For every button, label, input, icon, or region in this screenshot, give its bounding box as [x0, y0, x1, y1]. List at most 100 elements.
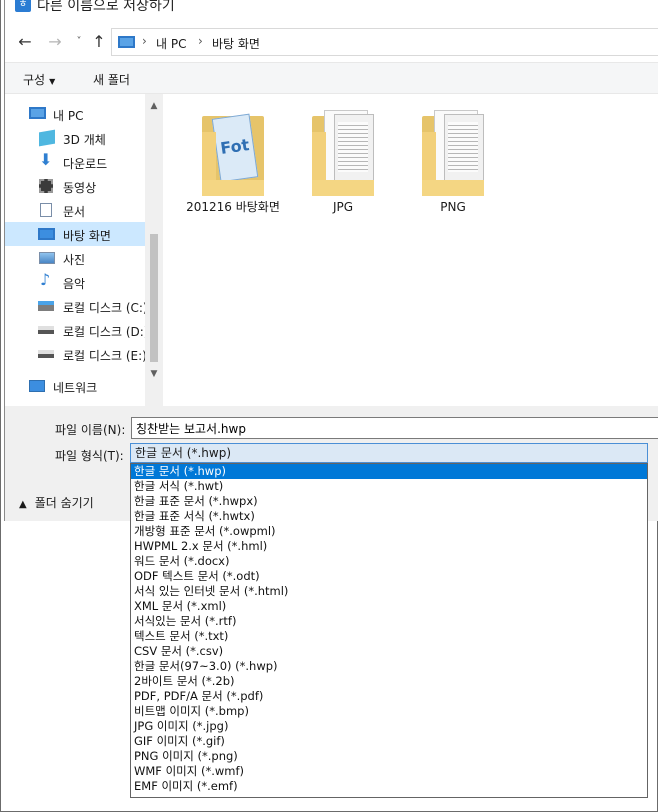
scroll-up-arrow-icon[interactable]: ▲ — [145, 98, 163, 114]
desktop-icon — [38, 228, 55, 240]
filetype-option[interactable]: WMF 이미지 (*.wmf) — [131, 764, 647, 779]
navigation-pane: 내 PC 3D 개체 ⬇ 다운로드 동영상 문서 바탕 화면 사진 ♪ 음악 로… — [5, 94, 163, 406]
sidebar-item-videos[interactable]: 동영상 — [5, 174, 145, 198]
sidebar-item-label: 사진 — [63, 253, 86, 267]
filetype-option[interactable]: GIF 이미지 (*.gif) — [131, 734, 647, 749]
cube-icon — [39, 129, 55, 147]
sidebar-scrollbar[interactable]: ▲ ▼ — [145, 94, 163, 406]
new-folder-button[interactable]: 새 폴더 — [93, 71, 130, 88]
command-toolbar: 구성 ▼ 새 폴더 — [5, 62, 658, 94]
address-field[interactable]: › 내 PC › 바탕 화면 — [111, 28, 658, 56]
network-icon — [29, 380, 45, 392]
filename-field[interactable] — [131, 417, 658, 439]
filetype-option[interactable]: 개방형 표준 문서 (*.owpml) — [131, 524, 647, 539]
video-icon — [39, 179, 53, 193]
folder-name: PNG — [440, 200, 466, 214]
sidebar-item-label: 문서 — [63, 205, 86, 219]
hide-folders-label: 폴더 숨기기 — [34, 496, 94, 510]
sidebar-item-label: 네트워크 — [53, 381, 98, 395]
address-bar-row: ← → ˅ ↑ › 내 PC › 바탕 화면 — [5, 26, 658, 58]
filetype-option[interactable]: PNG 이미지 (*.png) — [131, 749, 647, 764]
filetype-option[interactable]: 한글 문서 (*.hwp) — [131, 464, 647, 479]
sidebar-item-drive-e[interactable]: 로컬 디스크 (E:) — [5, 342, 147, 366]
forward-arrow-icon[interactable]: → — [45, 32, 65, 52]
sidebar-item-downloads[interactable]: ⬇ 다운로드 — [5, 150, 145, 174]
window-title: 다른 이름으로 저장하기 — [37, 0, 175, 14]
sidebar-item-network[interactable]: 네트워크 — [5, 374, 145, 398]
sidebar-item-my-pc[interactable]: 내 PC — [5, 102, 145, 126]
filetype-dropdown-list: 한글 문서 (*.hwp) 한글 서식 (*.hwt) 한글 표준 문서 (*.hw… — [130, 463, 648, 798]
sidebar-item-label: 음악 — [63, 277, 86, 291]
filename-label: 파일 이름(N): — [55, 423, 126, 437]
file-list-area: Fot 201216 바탕화면 JPG PNG — [165, 94, 658, 406]
filetype-option[interactable]: 2바이트 문서 (*.2b) — [131, 674, 647, 689]
filetype-option[interactable]: 서식있는 문서 (*.rtf) — [131, 614, 647, 629]
filetype-option[interactable]: XML 문서 (*.xml) — [131, 599, 647, 614]
scroll-down-arrow-icon[interactable]: ▼ — [145, 366, 163, 382]
pc-icon — [29, 107, 46, 119]
sidebar-item-label: 다운로드 — [63, 157, 108, 171]
filetype-option[interactable]: 비트맵 이미지 (*.bmp) — [131, 704, 647, 719]
filetype-option[interactable]: EMF 이미지 (*.emf) — [131, 779, 647, 794]
sidebar-item-label: 로컬 디스크 (D:) — [63, 325, 149, 339]
drive-c-icon — [38, 301, 54, 311]
sidebar-item-label: 로컬 디스크 (E:) — [63, 349, 147, 363]
sidebar-item-label: 바탕 화면 — [63, 229, 111, 243]
filetype-label: 파일 형식(T): — [55, 449, 124, 463]
filetype-option[interactable]: 워드 문서 (*.docx) — [131, 554, 647, 569]
folder-item[interactable]: PNG — [403, 108, 503, 214]
filetype-option[interactable]: 서식 있는 인터넷 문서 (*.html) — [131, 584, 647, 599]
filetype-option[interactable]: JPG 이미지 (*.jpg) — [131, 719, 647, 734]
sidebar-item-desktop[interactable]: 바탕 화면 — [5, 222, 145, 246]
filetype-option[interactable]: ODF 텍스트 문서 (*.odt) — [131, 569, 647, 584]
filetype-option[interactable]: 한글 표준 서식 (*.hwtx) — [131, 509, 647, 524]
back-arrow-icon[interactable]: ← — [15, 32, 35, 52]
sidebar-item-3d-objects[interactable]: 3D 개체 — [5, 126, 145, 150]
scrollbar-thumb[interactable] — [150, 234, 158, 362]
filetype-option[interactable]: 한글 표준 문서 (*.hwpx) — [131, 494, 647, 509]
sidebar-item-drive-c[interactable]: 로컬 디스크 (C:) — [5, 294, 148, 318]
breadcrumb-my-pc[interactable]: 내 PC — [156, 35, 186, 52]
filetype-option[interactable]: 한글 문서(97~3.0) (*.hwp) — [131, 659, 647, 674]
download-icon: ⬇ — [39, 150, 53, 169]
breadcrumb-separator: › — [198, 34, 203, 48]
folder-icon — [418, 108, 488, 196]
organize-button[interactable]: 구성 ▼ — [23, 71, 55, 88]
hwp-app-icon: ㅎ — [15, 0, 31, 12]
picture-icon — [39, 252, 55, 264]
recent-locations-chevron-icon[interactable]: ˅ — [69, 32, 89, 52]
filetype-option[interactable]: CSV 문서 (*.csv) — [131, 644, 647, 659]
breadcrumb-separator: › — [142, 34, 147, 48]
sidebar-item-music[interactable]: ♪ 음악 — [5, 270, 145, 294]
hide-folders-button[interactable]: ▲ 폴더 숨기기 — [19, 494, 94, 511]
sidebar-item-label: 3D 개체 — [63, 133, 106, 147]
breadcrumb-desktop[interactable]: 바탕 화면 — [212, 35, 260, 52]
up-arrow-icon[interactable]: ↑ — [89, 32, 109, 52]
pc-icon — [118, 36, 135, 48]
filetype-select[interactable]: 한글 문서 (*.hwp) — [130, 443, 648, 463]
caret-down-icon: ▼ — [49, 77, 56, 86]
music-icon: ♪ — [40, 270, 51, 289]
folder-icon: Fot — [198, 108, 268, 196]
filetype-option[interactable]: 한글 서식 (*.hwt) — [131, 479, 647, 494]
organize-label: 구성 — [23, 73, 46, 87]
document-icon — [40, 203, 52, 217]
folder-item[interactable]: Fot 201216 바탕화면 — [183, 108, 283, 214]
filename-input[interactable] — [132, 418, 658, 438]
folder-icon — [308, 108, 378, 196]
sidebar-item-documents[interactable]: 문서 — [5, 198, 145, 222]
drive-icon — [38, 326, 54, 334]
title-bar: ㅎ 다른 이름으로 저장하기 — [5, 0, 658, 18]
sidebar-item-pictures[interactable]: 사진 — [5, 246, 145, 270]
drive-icon — [38, 350, 54, 358]
folder-item[interactable]: JPG — [293, 108, 393, 214]
chevron-up-icon: ▲ — [19, 499, 27, 510]
filetype-option[interactable]: 텍스트 문서 (*.txt) — [131, 629, 647, 644]
folder-name: JPG — [332, 200, 354, 214]
sidebar-item-label: 동영상 — [63, 181, 97, 195]
sidebar-item-label: 내 PC — [53, 109, 84, 123]
filetype-option[interactable]: PDF, PDF/A 문서 (*.pdf) — [131, 689, 647, 704]
sidebar-item-label: 로컬 디스크 (C:) — [63, 301, 148, 315]
filetype-option[interactable]: HWPML 2.x 문서 (*.hml) — [131, 539, 647, 554]
sidebar-item-drive-d[interactable]: 로컬 디스크 (D:) — [5, 318, 149, 342]
